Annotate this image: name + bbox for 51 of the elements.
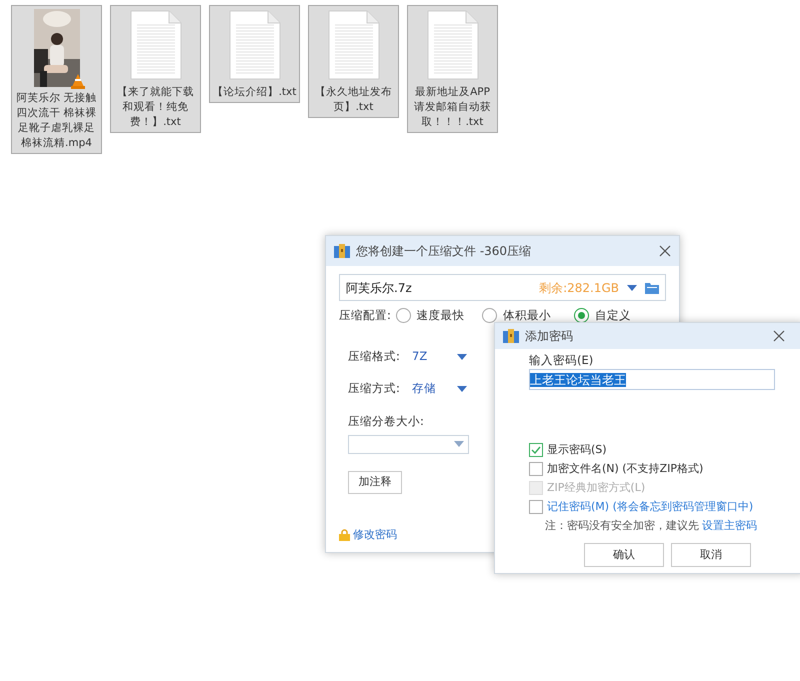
- file-item[interactable]: 最新地址及APP请发邮箱自动获取！！！.txt: [407, 5, 498, 133]
- note-text: 注：密码没有安全加密，建议先: [545, 518, 699, 534]
- dropdown[interactable]: 7Z: [412, 348, 467, 366]
- window-title: 添加密码: [525, 328, 573, 345]
- checkbox[interactable]: [529, 500, 543, 514]
- file-name: 阿芙乐尔 无接触四次流干 棉袜裸足靴子虐乳裸足棉袜流精.mp4: [15, 91, 98, 151]
- cancel-button[interactable]: 取消: [671, 542, 751, 567]
- archive-app-icon: [503, 329, 519, 343]
- checkbox-label: ZIP经典加密方式(L): [547, 480, 646, 496]
- field-label: 输入密码(E): [529, 352, 594, 369]
- window-title: 您将创建一个压缩文件 -360压缩: [356, 243, 532, 260]
- text-file-icon: [326, 9, 380, 81]
- text-file-icon: [128, 9, 182, 81]
- file-name-text: 阿芙乐尔.7z: [346, 280, 412, 296]
- config-label: 压缩配置:: [339, 308, 392, 322]
- checkbox[interactable]: [529, 442, 543, 457]
- file-name: 【来了就能下载和观看！纯免费！】.txt: [116, 85, 195, 130]
- lock-icon: [339, 529, 350, 541]
- radio-label: 速度最快: [416, 308, 465, 322]
- checkbox[interactable]: [529, 462, 543, 476]
- dropdown-caret-icon[interactable]: [627, 284, 637, 290]
- radio-button[interactable]: [396, 308, 411, 322]
- change-password-link[interactable]: 修改密码: [339, 526, 397, 544]
- file-name: 最新地址及APP请发邮箱自动获取！！！.txt: [413, 85, 492, 130]
- folder-icon[interactable]: [645, 282, 659, 294]
- field-label: 压缩格式:: [348, 348, 401, 365]
- file-item[interactable]: 【永久地址发布页】.txt: [308, 5, 399, 118]
- volume-size-dropdown[interactable]: [348, 434, 469, 454]
- checkbox-label: 记住密码(M) (将会备忘到密码管理窗口中): [547, 498, 754, 514]
- password-field[interactable]: 上老王论坛当老王: [529, 369, 775, 390]
- free-space-text: 剩余:282.1GB: [539, 280, 619, 296]
- dropdown[interactable]: 存储: [412, 380, 467, 398]
- file-item[interactable]: 【论坛介绍】.txt: [209, 5, 300, 103]
- set-master-password-link[interactable]: 设置主密码: [702, 518, 757, 535]
- confirm-button[interactable]: 确认: [584, 542, 664, 567]
- output-path-field[interactable]: 阿芙乐尔.7z 剩余:282.1GB: [339, 274, 666, 301]
- file-item[interactable]: 【来了就能下载和观看！纯免费！】.txt: [110, 5, 201, 133]
- add-comment-button[interactable]: 加注释: [348, 470, 402, 494]
- field-label: 压缩分卷大小:: [348, 412, 424, 430]
- archive-app-icon: [334, 244, 350, 258]
- checkbox-label: 显示密码(S): [547, 442, 607, 458]
- field-label: 压缩方式:: [348, 380, 401, 398]
- file-name: 【永久地址发布页】.txt: [314, 85, 393, 115]
- text-file-icon: [228, 9, 282, 81]
- traffic-cone-icon: [70, 73, 86, 89]
- file-name: 【论坛介绍】.txt: [212, 85, 296, 100]
- radio-label: 自定义: [595, 308, 632, 322]
- text-file-icon: [426, 9, 480, 81]
- checkbox-label: 加密文件名(N) (不支持ZIP格式): [547, 460, 704, 476]
- file-item[interactable]: 阿芙乐尔 无接触四次流干 棉袜裸足靴子虐乳裸足棉袜流精.mp4: [11, 5, 102, 154]
- radio-label: 体积最小: [503, 308, 552, 322]
